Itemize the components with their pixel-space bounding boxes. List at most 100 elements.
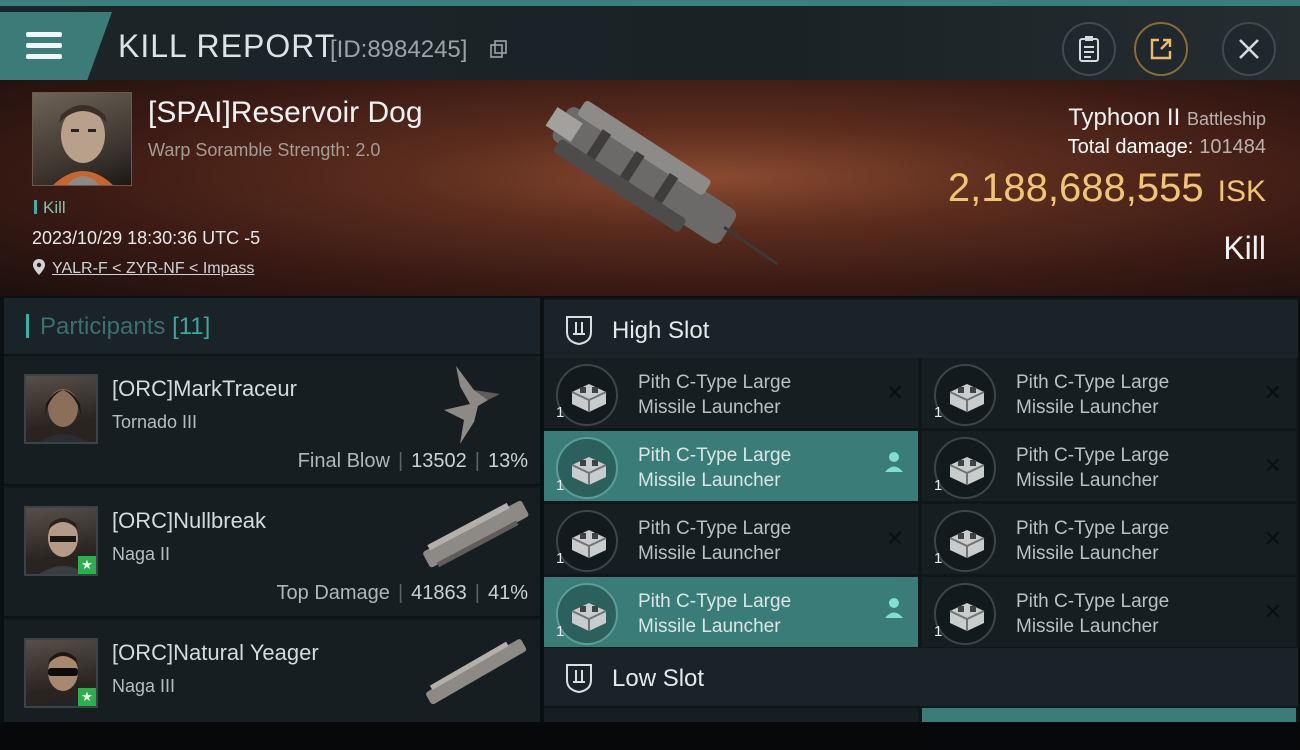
bottom-bar bbox=[0, 722, 1300, 750]
module-name-line1: Pith C-Type Large bbox=[638, 591, 792, 612]
close-button[interactable] bbox=[1222, 22, 1276, 76]
victim-ship-image bbox=[545, 101, 779, 266]
clipboard-button[interactable] bbox=[1062, 22, 1116, 76]
participants-label: Participants bbox=[40, 313, 166, 340]
module-icon-ring bbox=[556, 583, 618, 645]
share-button[interactable] bbox=[1134, 22, 1188, 76]
isk-value-row: 2,188,688,555 ISK bbox=[948, 166, 1266, 211]
module-slot[interactable]: 1 Pith C-Type Large Missile Launcher ✕ bbox=[922, 431, 1296, 501]
participant-avatar: ★ bbox=[24, 638, 98, 708]
module-slot[interactable]: 1 Pith C-Type Large Missile Launcher ✕ bbox=[544, 504, 918, 574]
module-slot[interactable]: 1 Pith C-Type Large Missile Launcher bbox=[544, 431, 918, 501]
module-icon-ring bbox=[556, 510, 618, 572]
missile-launcher-icon bbox=[571, 603, 607, 631]
module-name-line2: Missile Launcher bbox=[638, 397, 781, 418]
missile-launcher-icon bbox=[571, 457, 607, 485]
participant-damage: 13502 bbox=[411, 450, 467, 472]
menu-button[interactable] bbox=[0, 12, 112, 80]
participant-percent: 41% bbox=[487, 582, 528, 604]
kill-datetime: 2023/10/29 18:30:36 UTC -5 bbox=[32, 228, 261, 248]
low-slot-module-partial[interactable] bbox=[544, 708, 918, 722]
module-name: Pith C-Type Large Missile Launcher bbox=[638, 370, 791, 420]
close-icon bbox=[1239, 39, 1259, 59]
destroyed-x-icon: ✕ bbox=[885, 380, 904, 405]
page-title: KILL REPORT bbox=[118, 28, 336, 64]
isk-unit: ISK bbox=[1217, 175, 1266, 208]
module-quantity: 1 bbox=[934, 404, 943, 421]
module-name-line1: Pith C-Type Large bbox=[638, 445, 792, 466]
participant-percent: 13% bbox=[487, 450, 528, 472]
participant-ship-image bbox=[423, 500, 529, 568]
module-slot[interactable]: 1 Pith C-Type Large Missile Launcher ✕ bbox=[922, 358, 1296, 428]
module-quantity: 1 bbox=[556, 404, 565, 421]
low-slot-module-partial[interactable] bbox=[922, 708, 1296, 722]
isk-value: 2,188,688,555 bbox=[947, 166, 1204, 210]
victim-pilot-name[interactable]: [SPAI]Reservoir Dog bbox=[148, 96, 423, 130]
kill-location[interactable]: YALR-F < ZYR-NF < Impass bbox=[32, 258, 254, 278]
high-slot-header: High Slot bbox=[544, 300, 1298, 358]
participant-ship: Naga II bbox=[112, 544, 171, 564]
destroyed-x-icon: ✕ bbox=[1263, 599, 1282, 624]
module-name: Pith C-Type Large Missile Launcher bbox=[638, 516, 791, 566]
participants-header: Participants [11] bbox=[4, 298, 540, 354]
module-name-line2: Missile Launcher bbox=[638, 470, 781, 491]
kill-banner: [SPAI]Reservoir Dog Warp Soramble Streng… bbox=[0, 80, 1300, 296]
module-slot[interactable]: 1 Pith C-Type Large Missile Launcher ✕ bbox=[922, 504, 1296, 574]
module-slot[interactable]: 1 Pith C-Type Large Missile Launcher ✕ bbox=[922, 577, 1296, 647]
module-slot[interactable]: 1 Pith C-Type Large Missile Launcher bbox=[544, 577, 918, 647]
clipboard-icon bbox=[1079, 36, 1099, 62]
missile-launcher-icon bbox=[571, 530, 607, 558]
report-id: [ID:8984245] bbox=[330, 36, 468, 63]
victim-ship-name[interactable]: Typhoon II Battleship bbox=[1068, 104, 1266, 132]
module-name-line2: Missile Launcher bbox=[1016, 543, 1159, 564]
participant-row[interactable]: [ORC]MarkTraceur Tornado III Final Blow |… bbox=[4, 356, 540, 486]
star-icon: ★ bbox=[78, 556, 96, 574]
destroyed-x-icon: ✕ bbox=[1263, 453, 1282, 478]
pilot-portrait-image bbox=[53, 105, 113, 185]
module-name: Pith C-Type Large Missile Launcher bbox=[638, 589, 791, 639]
participant-ship: Tornado III bbox=[112, 412, 198, 432]
module-slot[interactable]: 1 Pith C-Type Large Missile Launcher ✕ bbox=[544, 358, 918, 428]
missile-launcher-icon bbox=[949, 603, 985, 631]
location-pin-icon bbox=[33, 259, 45, 275]
destroyed-x-icon: ✕ bbox=[885, 526, 904, 551]
header-bar: KILL REPORT [ID:8984245] bbox=[0, 6, 1300, 80]
module-name-line1: Pith C-Type Large bbox=[1016, 445, 1170, 466]
participant-row[interactable]: ★ [ORC]Nullbreak Naga II Top Damage | 4186… bbox=[4, 488, 540, 618]
module-name-line2: Missile Launcher bbox=[638, 616, 781, 637]
participant-ship-image bbox=[444, 366, 500, 444]
module-quantity: 1 bbox=[934, 550, 943, 567]
share-icon bbox=[1150, 38, 1172, 60]
missile-launcher-icon bbox=[949, 457, 985, 485]
copy-icon[interactable] bbox=[490, 40, 508, 58]
high-slot-icon bbox=[566, 316, 592, 346]
module-icon-ring bbox=[934, 510, 996, 572]
missile-launcher-icon bbox=[949, 530, 985, 558]
low-slot-icon bbox=[566, 664, 592, 694]
missile-launcher-icon bbox=[949, 384, 985, 412]
location-text[interactable]: YALR-F < ZYR-NF < Impass bbox=[52, 260, 254, 277]
module-quantity: 1 bbox=[556, 477, 565, 494]
module-quantity: 1 bbox=[556, 550, 565, 567]
victim-portrait[interactable] bbox=[32, 92, 132, 186]
module-name-line2: Missile Launcher bbox=[638, 543, 781, 564]
participant-avatar bbox=[24, 374, 98, 444]
module-name-line2: Missile Launcher bbox=[1016, 616, 1159, 637]
module-quantity: 1 bbox=[934, 623, 943, 640]
hamburger-icon bbox=[26, 32, 62, 60]
high-slot-title: High Slot bbox=[612, 317, 710, 344]
low-slot-title: Low Slot bbox=[612, 665, 705, 692]
person-icon bbox=[885, 452, 903, 472]
module-name: Pith C-Type Large Missile Launcher bbox=[1016, 370, 1169, 420]
total-damage-label: Total damage: bbox=[1067, 136, 1194, 158]
module-name-line1: Pith C-Type Large bbox=[1016, 518, 1170, 539]
person-icon bbox=[885, 598, 903, 618]
kill-tag: Kill bbox=[34, 198, 66, 218]
destroyed-x-icon: ✕ bbox=[1263, 526, 1282, 551]
module-icon-ring bbox=[934, 437, 996, 499]
module-name: Pith C-Type Large Missile Launcher bbox=[1016, 443, 1169, 493]
module-name-line1: Pith C-Type Large bbox=[638, 518, 792, 539]
module-icon-ring bbox=[556, 364, 618, 426]
participant-damage: 41863 bbox=[411, 582, 467, 604]
destroyed-x-icon: ✕ bbox=[1263, 380, 1282, 405]
